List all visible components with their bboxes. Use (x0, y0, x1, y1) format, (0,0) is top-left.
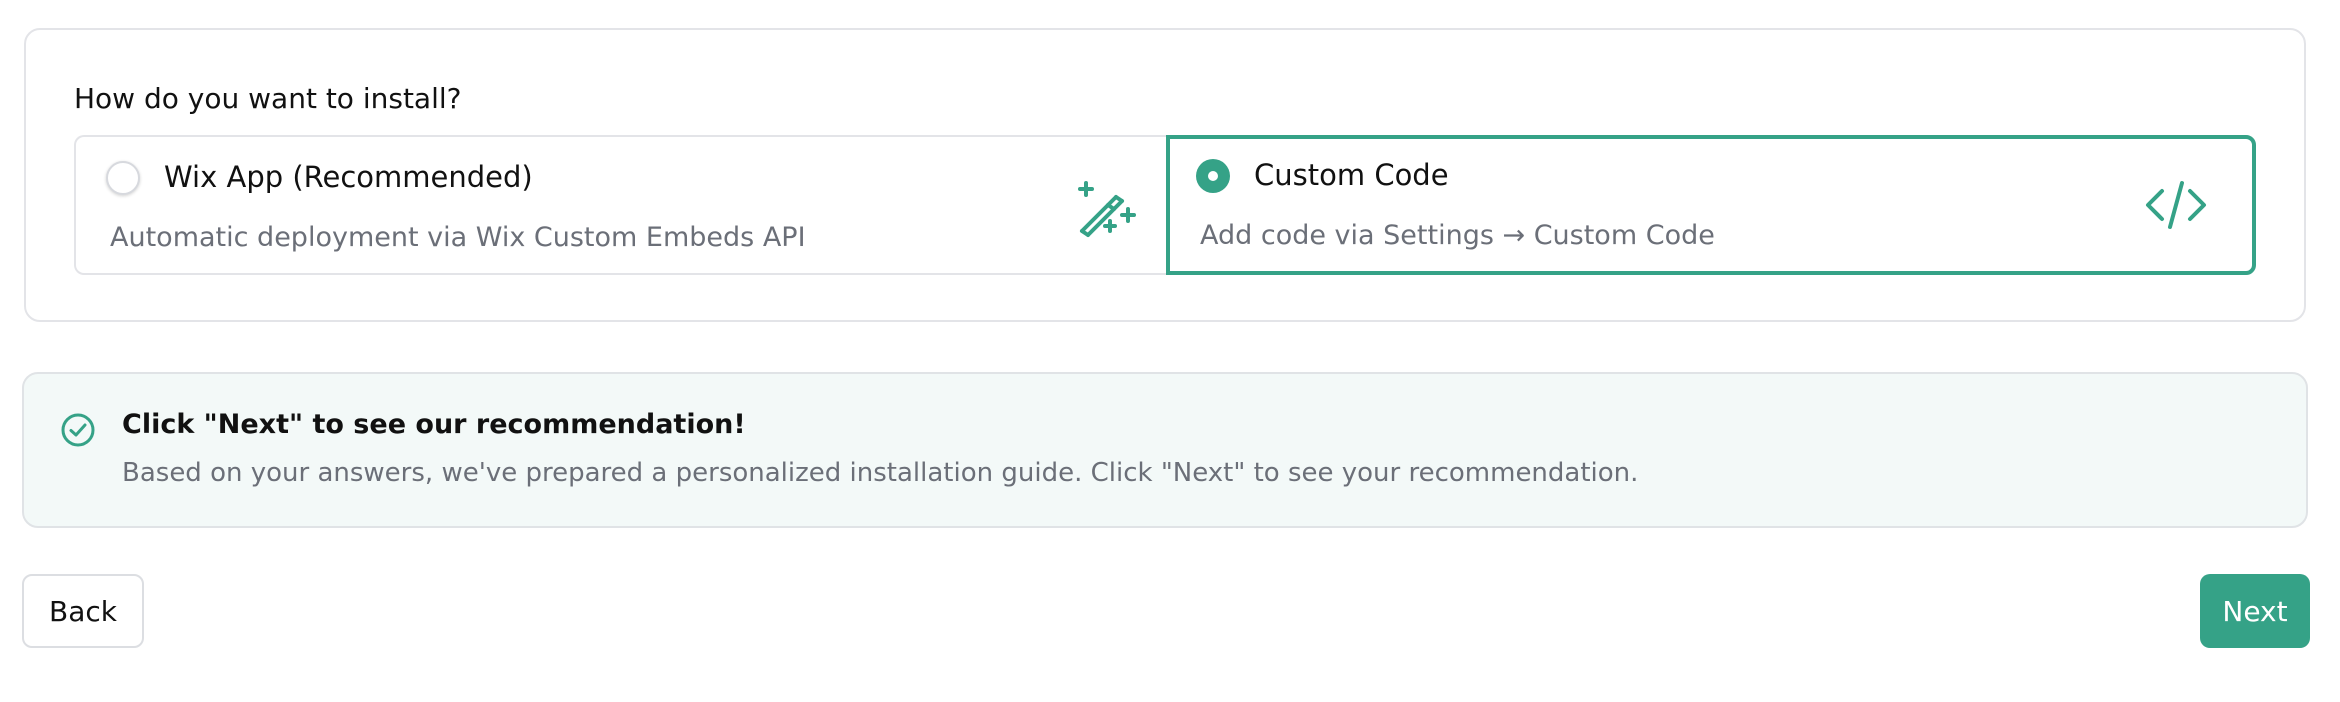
back-button[interactable]: Back (22, 574, 144, 648)
check-circle-icon (61, 413, 95, 447)
magic-wand-icon (1078, 181, 1136, 237)
install-question-heading: How do you want to install? (74, 82, 462, 115)
radio-custom-code[interactable] (1196, 159, 1230, 193)
notice-text: Based on your answers, we've prepared a … (122, 458, 1639, 488)
option-wix-app[interactable]: Wix App (Recommended) Automatic deployme… (74, 135, 1168, 275)
option-custom-code[interactable]: Custom Code Add code via Settings → Cust… (1166, 135, 2256, 275)
option-wix-app-description: Automatic deployment via Wix Custom Embe… (110, 222, 806, 253)
notice-title: Click "Next" to see our recommendation! (122, 409, 746, 440)
recommendation-notice: Click "Next" to see our recommendation! … (22, 372, 2308, 528)
install-options-group: Wix App (Recommended) Automatic deployme… (74, 135, 2256, 275)
radio-wix-app[interactable] (106, 161, 140, 195)
option-custom-code-description: Add code via Settings → Custom Code (1200, 220, 1715, 251)
next-button[interactable]: Next (2200, 574, 2310, 648)
option-custom-code-title: Custom Code (1254, 158, 1449, 192)
option-wix-app-title: Wix App (Recommended) (164, 160, 533, 194)
code-icon (2146, 181, 2206, 229)
